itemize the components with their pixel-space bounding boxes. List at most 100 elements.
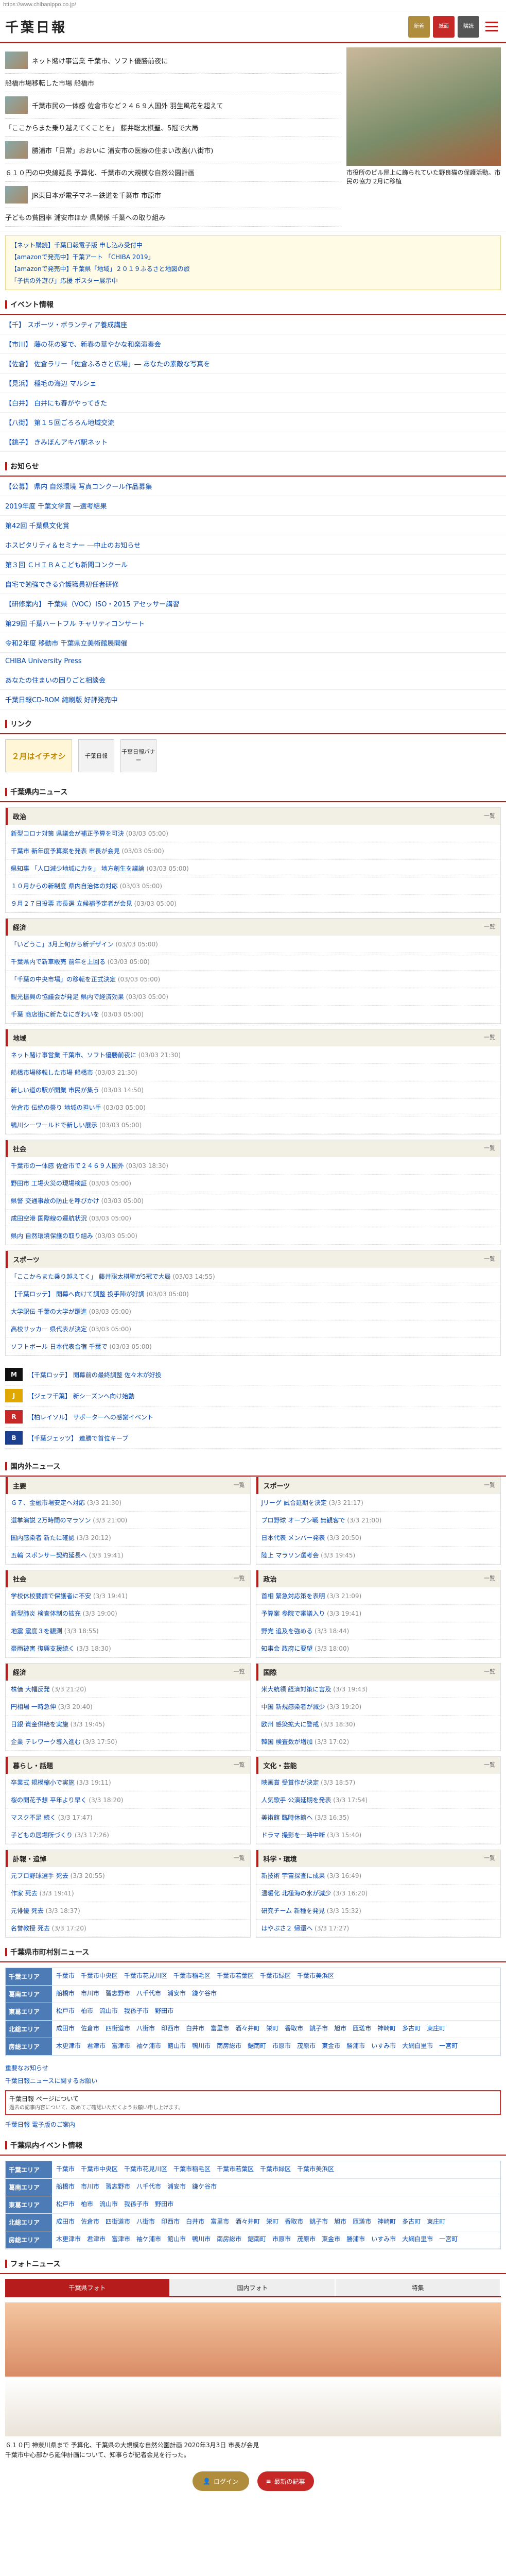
category-news-item[interactable]: 中国 新規感染者が減少 (3/3 19:20) bbox=[256, 1698, 500, 1716]
town-link[interactable]: 八街市 bbox=[136, 2217, 155, 2228]
category-news-item[interactable]: 円相場 一時急伸 (3/3 20:40) bbox=[6, 1698, 250, 1716]
town-link[interactable]: 神崎町 bbox=[377, 2217, 396, 2228]
category-more-link[interactable]: 一覧 bbox=[484, 1144, 495, 1154]
news-title[interactable]: 日本代表 メンバー発表 bbox=[261, 1534, 327, 1541]
news-title[interactable]: 桜の開花予想 平年より早く bbox=[11, 1797, 89, 1804]
category-news-item[interactable]: 米大統領 経済対策に言及 (3/3 19:43) bbox=[256, 1681, 500, 1698]
news-title[interactable]: 高校サッカー 県代表が決定 bbox=[11, 1326, 89, 1333]
news-title[interactable]: 作家 死去 bbox=[11, 1890, 40, 1897]
category-more-link[interactable]: 一覧 bbox=[234, 1667, 245, 1677]
town-link[interactable]: 八千代市 bbox=[136, 1989, 161, 1999]
news-title[interactable]: 成田空港 国際線の運航状況 bbox=[11, 1215, 89, 1222]
news-title[interactable]: 日銀 資金供給を実施 bbox=[11, 1721, 71, 1728]
town-link[interactable]: 木更津市 bbox=[56, 2041, 81, 2052]
town-link[interactable]: 千葉市緑区 bbox=[260, 1971, 291, 1982]
category-more-link[interactable]: 一覧 bbox=[234, 1854, 245, 1863]
category-news-item[interactable]: 元プロ野球選手 死去 (3/3 20:55) bbox=[6, 1867, 250, 1885]
town-link[interactable]: 印西市 bbox=[161, 2217, 180, 2228]
category-news-item[interactable]: 千葉県内で新車販売 前年を上回る (03/03 05:00) bbox=[6, 953, 500, 971]
news-title[interactable]: 欧州 感染拡大に警戒 bbox=[261, 1721, 321, 1728]
category-news-item[interactable]: 企業 テレワーク導入進む (3/3 17:50) bbox=[6, 1733, 250, 1751]
town-link[interactable]: 市原市 bbox=[272, 2234, 291, 2245]
town-link[interactable]: いすみ市 bbox=[371, 2234, 396, 2245]
town-link[interactable]: 茂原市 bbox=[297, 2041, 316, 2052]
team-news-title[interactable]: 【ジェフ千葉】 新シーズンへ向け始動 bbox=[28, 1392, 134, 1400]
news-title[interactable]: 千葉市の一体感 佐倉市で２４６９人国外 bbox=[11, 1162, 126, 1170]
news-title[interactable]: ドラマ 撮影を一時中断 bbox=[261, 1832, 327, 1839]
town-link[interactable]: 一宮町 bbox=[439, 2041, 458, 2052]
town-link[interactable]: 鋸南町 bbox=[248, 2234, 266, 2245]
town-link[interactable]: 鴨川市 bbox=[192, 2234, 211, 2245]
news-title[interactable]: 佐倉市 伝統の祭り 地域の担い手 bbox=[11, 1104, 103, 1111]
news-title[interactable]: 五輪 スポンサー契約延長へ bbox=[11, 1552, 89, 1559]
team-news-title[interactable]: 【千葉ジェッツ】 連勝で首位キープ bbox=[28, 1434, 128, 1443]
town-link[interactable]: 匝瑳市 bbox=[353, 2024, 371, 2035]
category-news-item[interactable]: 予算案 参院で審議入り (3/3 19:41) bbox=[256, 1605, 500, 1622]
town-link[interactable]: 千葉市 bbox=[56, 2164, 75, 2175]
category-news-item[interactable]: 観光振興の協議会が発足 県内で経済効果 (03/03 05:00) bbox=[6, 988, 500, 1006]
notice-item[interactable]: 第29回 千葉ハートフル チャリティコンサート bbox=[0, 614, 506, 633]
news-title[interactable]: はやぶさ２ 帰還へ bbox=[261, 1925, 315, 1932]
news-title[interactable]: 新型肺炎 検査体制の拡充 bbox=[11, 1610, 83, 1617]
team-news-item[interactable]: J 【ジェフ千葉】 新シーズンへ向け始動 bbox=[5, 1385, 501, 1406]
team-news-title[interactable]: 【千葉ロッテ】 開幕前の最終調整 佐々木が好投 bbox=[28, 1370, 162, 1379]
news-title[interactable]: Ｇ７、金融市場安定へ対応 bbox=[11, 1499, 87, 1506]
town-link[interactable]: 大網白里市 bbox=[402, 2234, 433, 2245]
hamburger-menu-icon[interactable] bbox=[482, 18, 501, 36]
category-more-link[interactable]: 一覧 bbox=[484, 1760, 495, 1770]
news-title[interactable]: 首相 緊急対応策を表明 bbox=[261, 1592, 327, 1600]
category-news-item[interactable]: 「いどうこ」3月上旬から新デザイン (03/03 05:00) bbox=[6, 936, 500, 953]
town-link[interactable]: 多古町 bbox=[402, 2217, 421, 2228]
town-link[interactable]: 大網白里市 bbox=[402, 2041, 433, 2052]
news-title[interactable]: 円相場 一時急伸 bbox=[11, 1703, 58, 1710]
category-more-link[interactable]: 一覧 bbox=[234, 1574, 245, 1584]
site-logo[interactable]: 千葉日報 bbox=[5, 17, 67, 36]
region-name[interactable]: 房総エリア bbox=[6, 2231, 52, 2248]
category-news-item[interactable]: 欧州 感染拡大に警戒 (3/3 18:30) bbox=[256, 1716, 500, 1733]
category-news-item[interactable]: 地震 震度３を観測 (3/3 18:55) bbox=[6, 1622, 250, 1640]
news-title[interactable]: 子どもの居場所づくり bbox=[11, 1832, 75, 1839]
news-thumbnail[interactable] bbox=[5, 96, 28, 114]
town-link[interactable]: 木更津市 bbox=[56, 2234, 81, 2245]
news-title[interactable]: 鴨川シーワールドで新しい展示 bbox=[11, 1122, 99, 1129]
category-news-item[interactable]: 【千葉ロッテ】 開幕へ向けて調整 投手陣が好調 (03/03 05:00) bbox=[6, 1285, 500, 1303]
town-link[interactable]: 船橋市 bbox=[56, 2182, 75, 2193]
news-title[interactable]: 陸上 マラソン選考会 bbox=[261, 1552, 321, 1559]
news-thumbnail[interactable] bbox=[5, 186, 28, 204]
top-news-title[interactable]: JR東日本が電子マネー鉄道を千葉市 市原市 bbox=[32, 190, 161, 200]
category-news-item[interactable]: 卒業式 規模縮小で実施 (3/3 19:11) bbox=[6, 1774, 250, 1791]
category-more-link[interactable]: 一覧 bbox=[484, 1574, 495, 1584]
news-title[interactable]: 野田市 工場火災の現場検証 bbox=[11, 1180, 89, 1187]
news-title[interactable]: 新技術 宇宙探査に成果 bbox=[261, 1872, 327, 1879]
town-link[interactable]: 神崎町 bbox=[377, 2024, 396, 2035]
town-link[interactable]: 東庄町 bbox=[427, 2024, 445, 2035]
category-news-item[interactable]: 韓国 検査数が増加 (3/3 17:02) bbox=[256, 1733, 500, 1751]
news-title[interactable]: 千葉 商店街に新たなにぎわいを bbox=[11, 1011, 101, 1018]
team-news-item[interactable]: M 【千葉ロッテ】 開幕前の最終調整 佐々木が好投 bbox=[5, 1364, 501, 1385]
town-link[interactable]: 流山市 bbox=[99, 2006, 118, 2017]
event-item[interactable]: 【白井】 白井にも春がやってきた bbox=[0, 393, 506, 413]
news-title[interactable]: 温暖化 北極海の氷が減少 bbox=[261, 1890, 334, 1897]
news-title[interactable]: 豪雨被害 復興支援続く bbox=[11, 1645, 77, 1652]
town-link[interactable]: 習志野市 bbox=[106, 1989, 130, 1999]
town-link[interactable]: 袖ケ浦市 bbox=[136, 2041, 161, 2052]
news-title[interactable]: 【千葉ロッテ】 開幕へ向けて調整 投手陣が好調 bbox=[11, 1291, 146, 1298]
top-photo-image[interactable] bbox=[346, 47, 501, 166]
notice-item[interactable]: 第42回 千葉県文化賞 bbox=[0, 516, 506, 535]
news-title[interactable]: 中国 新規感染者が減少 bbox=[261, 1703, 327, 1710]
news-title[interactable]: 米大統領 経済対策に言及 bbox=[261, 1686, 334, 1693]
category-news-item[interactable]: ネット賭け事営業 千葉市、ソフト優勝前夜に (03/03 21:30) bbox=[6, 1046, 500, 1064]
town-link[interactable]: 野田市 bbox=[155, 2006, 173, 2017]
category-news-item[interactable]: 人気歌手 公演延期を発表 (3/3 17:54) bbox=[256, 1791, 500, 1809]
news-title[interactable]: 県知事 「人口減少地域に力を」 地方創生を議論 bbox=[11, 865, 146, 872]
news-title[interactable]: 新型コロナ対策 県議会が補正予算を可決 bbox=[11, 830, 126, 837]
town-link[interactable]: 千葉市 bbox=[56, 1971, 75, 1982]
category-news-item[interactable]: 佐倉市 伝統の祭り 地域の担い手 (03/03 05:00) bbox=[6, 1099, 500, 1116]
login-button[interactable]: 👤 ログイン bbox=[192, 2471, 249, 2492]
town-link[interactable]: 館山市 bbox=[167, 2041, 186, 2052]
region-name[interactable]: 千葉エリア bbox=[6, 1968, 52, 1985]
banner-2[interactable]: 千葉日報 bbox=[78, 739, 114, 772]
category-news-item[interactable]: 名誉教授 死去 (3/3 17:20) bbox=[6, 1920, 250, 1937]
news-title[interactable]: 観光振興の協議会が発足 県内で経済効果 bbox=[11, 993, 126, 1001]
town-link[interactable]: 四街道市 bbox=[106, 2217, 130, 2228]
